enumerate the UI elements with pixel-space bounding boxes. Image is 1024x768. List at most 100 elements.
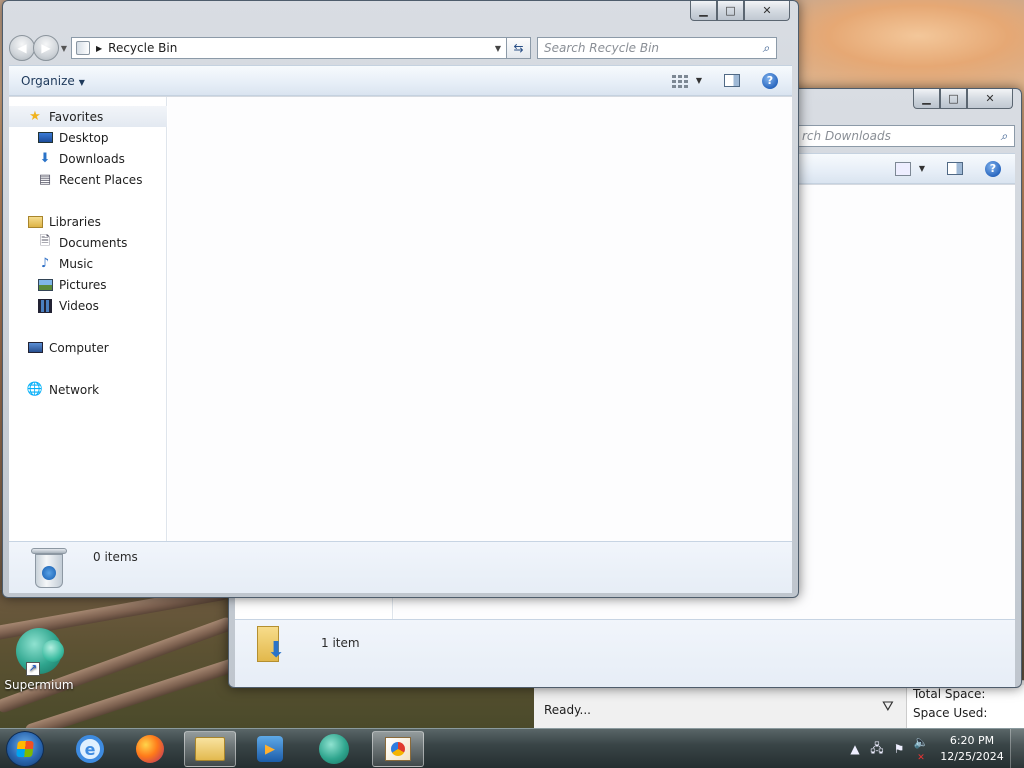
command-bar-right: ▼ ? xyxy=(671,72,778,89)
disk-stats-panel: Total Space: Space Used: xyxy=(906,685,1024,729)
breadcrumb-separator-icon[interactable]: ▶ xyxy=(96,44,102,53)
change-view-icon[interactable] xyxy=(671,74,688,88)
refresh-button[interactable]: ⇆ xyxy=(507,37,531,59)
internet-explorer-icon: e xyxy=(76,735,104,763)
nav-item-desktop[interactable]: Desktop xyxy=(9,127,109,148)
desktop-shortcut-supermium[interactable]: ↗ Supermium xyxy=(4,628,74,692)
details-pane: 0 items xyxy=(9,541,792,593)
minimize-button[interactable]: ▁ xyxy=(913,89,940,109)
recycle-bin-icon xyxy=(31,548,67,588)
close-button[interactable]: ✕ xyxy=(967,89,1013,109)
taskbar-media-player[interactable]: ▶ xyxy=(244,731,296,767)
paint-icon xyxy=(385,737,411,761)
show-hidden-icons-icon[interactable]: ▲ xyxy=(846,742,864,756)
minimize-button[interactable]: ▁ xyxy=(690,1,717,21)
nav-item-documents[interactable]: 🗎 Documents xyxy=(9,232,128,253)
nav-computer[interactable]: Computer xyxy=(9,337,109,358)
organize-label: Organize xyxy=(21,73,75,88)
breadcrumb[interactable]: Recycle Bin xyxy=(108,41,177,55)
pictures-icon xyxy=(37,277,53,293)
navigation-pane: ★ Favorites Desktop ⬇ Downloads ▤ Recent… xyxy=(9,97,167,541)
search-icon[interactable]: ⌕ xyxy=(756,41,776,56)
desktop-shortcut-label: Supermium xyxy=(4,678,74,692)
command-bar-right: ▼ ? xyxy=(894,160,1001,177)
nav-item-label: Downloads xyxy=(59,151,125,166)
recent-pages-dropdown-icon[interactable]: ▼ xyxy=(59,44,69,53)
taskbar-supermium[interactable] xyxy=(308,731,360,767)
caption-buttons: ▁ □ ✕ xyxy=(913,89,1013,109)
file-list[interactable] xyxy=(168,97,792,541)
videos-icon xyxy=(37,298,53,314)
nav-item-label: Desktop xyxy=(59,130,109,145)
close-button[interactable]: ✕ xyxy=(744,1,790,21)
command-bar: Organize ▼ ▼ ? xyxy=(9,65,792,96)
nav-favorites[interactable]: ★ Favorites xyxy=(9,106,167,127)
organize-menu[interactable]: Organize ▼ xyxy=(21,74,85,88)
downloads-folder-icon: ⬇ xyxy=(39,151,51,166)
help-icon[interactable]: ? xyxy=(762,72,778,89)
maximize-button[interactable]: □ xyxy=(717,1,744,21)
star-icon: ★ xyxy=(29,109,41,124)
nav-item-label: Videos xyxy=(59,298,99,313)
media-player-icon: ▶ xyxy=(257,736,283,762)
shortcut-arrow-icon: ↗ xyxy=(26,662,40,676)
forward-button[interactable]: ▶ xyxy=(33,35,59,61)
back-button[interactable]: ◀ xyxy=(9,35,35,61)
maximize-button[interactable]: □ xyxy=(940,89,967,109)
address-bar[interactable]: ▶ Recycle Bin ▼ xyxy=(71,37,507,59)
item-count: 1 item xyxy=(321,636,360,650)
search-input[interactable]: Search Recycle Bin ⌕ xyxy=(537,37,777,59)
windows-explorer-icon xyxy=(195,737,225,761)
search-icon[interactable]: ⌕ xyxy=(994,129,1014,144)
music-icon: ♪ xyxy=(40,256,50,271)
help-icon[interactable]: ? xyxy=(985,160,1001,177)
chevron-down-icon: ▼ xyxy=(78,77,85,87)
network-icon: 🌐 xyxy=(26,382,44,397)
search-input[interactable]: rch Downloads ⌕ xyxy=(795,125,1015,147)
show-desktop-button[interactable] xyxy=(1010,729,1024,768)
nav-item-downloads[interactable]: ⬇ Downloads xyxy=(9,148,125,169)
supermium-icon: ↗ xyxy=(16,628,64,676)
libraries-icon xyxy=(27,214,43,230)
recent-places-icon: ▤ xyxy=(38,172,52,187)
taskbar-windows-explorer[interactable] xyxy=(184,731,236,767)
search-placeholder: Search Recycle Bin xyxy=(544,41,660,55)
taskbar: e ▶ ▲ 🖧 ⚑ 🔈✕ 6:20 PM 12/25/2024 xyxy=(0,728,1024,768)
nav-item-label: Music xyxy=(59,256,94,271)
nav-item-recent-places[interactable]: ▤ Recent Places xyxy=(9,169,143,190)
firefox-icon xyxy=(136,735,164,763)
views-dropdown-icon[interactable]: ▼ xyxy=(919,164,925,173)
space-used-label: Space Used: xyxy=(913,706,988,720)
action-center-flag-icon[interactable]: ⚑ xyxy=(890,742,908,756)
nav-item-pictures[interactable]: Pictures xyxy=(9,274,107,295)
nav-item-videos[interactable]: Videos xyxy=(9,295,99,316)
taskbar-paint[interactable] xyxy=(372,731,424,767)
clock[interactable]: 6:20 PM 12/25/2024 xyxy=(934,733,1010,765)
preview-pane-icon[interactable] xyxy=(947,162,963,175)
nav-network[interactable]: 🌐 Network xyxy=(9,379,99,400)
documents-icon: 🗎 xyxy=(39,233,51,249)
downloads-folder-icon: ⬇ xyxy=(257,626,287,662)
preview-pane-icon[interactable] xyxy=(724,74,740,87)
volume-muted-icon[interactable]: 🔈✕ xyxy=(912,735,930,763)
nav-item-music[interactable]: ♪ Music xyxy=(9,253,93,274)
start-button[interactable] xyxy=(6,731,44,767)
nav-network-label: Network xyxy=(49,382,100,397)
nav-libraries[interactable]: Libraries xyxy=(9,211,101,232)
views-dropdown-icon[interactable]: ▼ xyxy=(696,76,702,85)
recycle-bin-icon xyxy=(76,41,90,55)
filter-icon[interactable]: ⛛ xyxy=(882,699,894,715)
taskbar-internet-explorer[interactable]: e xyxy=(64,731,116,767)
address-dropdown-icon[interactable]: ▼ xyxy=(490,44,506,53)
desktop-icon xyxy=(37,130,53,146)
nav-libraries-label: Libraries xyxy=(49,214,101,229)
desktop-wallpaper-sky xyxy=(760,0,1024,90)
nav-item-label: Recent Places xyxy=(59,172,143,187)
back-window-navbar: rch Downloads ⌕ xyxy=(795,123,1015,149)
taskbar-firefox[interactable] xyxy=(124,731,176,767)
clock-date: 12/25/2024 xyxy=(940,750,1004,763)
recycle-bin-window[interactable]: ▁ □ ✕ ◀ ▶ ▼ ▶ Recycle Bin ▼ ⇆ Search Rec… xyxy=(2,0,799,598)
change-view-icon[interactable] xyxy=(894,161,911,176)
network-status-icon[interactable]: 🖧 xyxy=(868,739,886,760)
search-placeholder: rch Downloads xyxy=(802,129,891,143)
